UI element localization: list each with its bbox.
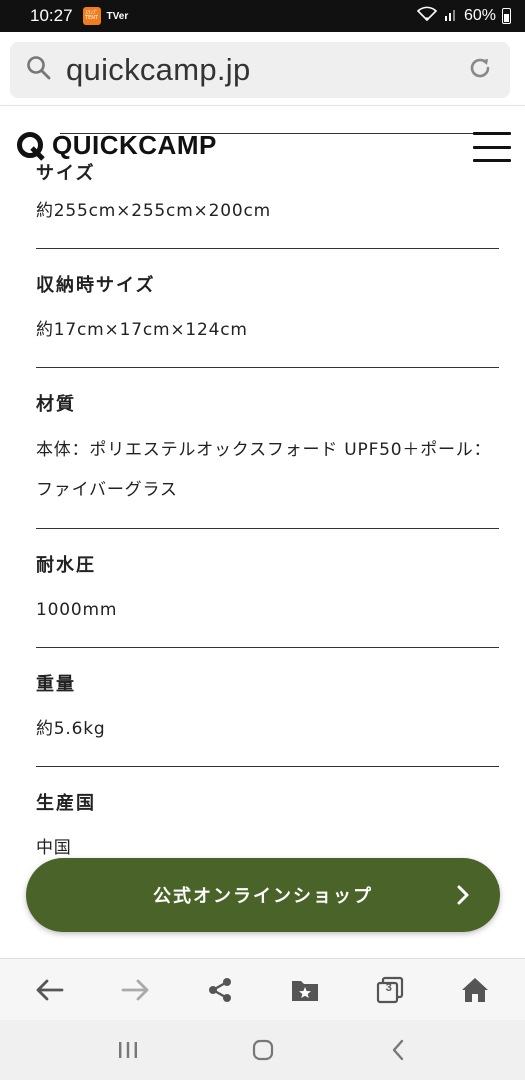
spec-value: 約5.6kg: [36, 719, 106, 739]
recent-apps-button[interactable]: [98, 1025, 158, 1075]
address-bar-area: quickcamp.jp: [0, 32, 525, 106]
status-bar: 10:27 ｽﾗﾝﾌﾟ TENT TVer 60%: [0, 0, 525, 32]
status-right: 60%: [416, 6, 511, 27]
home-icon: [461, 977, 488, 1002]
spec-label: サイズ: [36, 163, 96, 184]
spec-label: 耐水圧: [36, 555, 96, 576]
bookmark-folder-icon: [291, 980, 318, 1001]
address-bar[interactable]: quickcamp.jp: [10, 42, 510, 98]
spec-item-size: サイズ 約255cm×255cm×200cm: [36, 150, 499, 249]
spec-value: 約255cm×255cm×200cm: [36, 201, 271, 221]
home-button[interactable]: [450, 965, 500, 1015]
battery-icon: [502, 8, 511, 24]
spec-value: 本体：ポリエステルオックスフォード UPF50＋ポール：ファイバーグラス: [36, 440, 492, 500]
spec-label: 重量: [36, 674, 76, 695]
spec-item-water-pressure: 耐水圧 1000mm: [36, 529, 499, 648]
browser-toolbar: 3: [0, 958, 525, 1020]
search-icon: [26, 55, 52, 85]
home-nav-button[interactable]: [233, 1025, 293, 1075]
arrow-left-icon: [37, 979, 64, 1000]
wifi-icon: [416, 6, 438, 27]
back-nav-button[interactable]: [368, 1025, 428, 1075]
forward-button[interactable]: [110, 965, 160, 1015]
spec-item-material: 材質 本体：ポリエステルオックスフォード UPF50＋ポール：ファイバーグラス: [36, 368, 499, 529]
home-circle-icon: [252, 1039, 273, 1061]
back-chevron-icon: [392, 1039, 403, 1061]
tabs-button[interactable]: 3: [365, 965, 415, 1015]
online-shop-label: 公式オンラインショップ: [153, 886, 373, 907]
share-icon: [209, 977, 232, 1002]
online-shop-button[interactable]: 公式オンラインショップ: [26, 858, 500, 932]
status-time: 10:27: [30, 6, 73, 25]
spec-item-storage-size: 収納時サイズ 約17cm×17cm×124cm: [36, 249, 499, 368]
system-nav-bar: [0, 1020, 525, 1080]
recent-apps-icon: [118, 1042, 137, 1058]
url-text[interactable]: quickcamp.jp: [66, 52, 251, 88]
spec-list: サイズ 約255cm×255cm×200cm 収納時サイズ 約17cm×17cm…: [0, 150, 525, 886]
back-button[interactable]: [25, 965, 75, 1015]
spec-label: 収納時サイズ: [36, 275, 156, 296]
spec-label: 生産国: [36, 793, 96, 814]
share-button[interactable]: [195, 965, 245, 1015]
reload-icon[interactable]: [466, 54, 494, 86]
bookmarks-button[interactable]: [280, 965, 330, 1015]
battery-percent: 60%: [463, 7, 496, 24]
tab-count: 3: [385, 981, 392, 994]
notification-app-icon: ｽﾗﾝﾌﾟ TENT: [82, 7, 101, 25]
header-divider: [60, 133, 480, 134]
signal-icon: [444, 7, 458, 26]
spec-value: 約17cm×17cm×124cm: [36, 320, 248, 340]
spec-value: 1000mm: [36, 600, 118, 620]
arrow-right-icon: [121, 979, 149, 1000]
chevron-right-icon: [456, 884, 470, 910]
spec-label: 材質: [36, 394, 76, 415]
tver-notification-icon: TVer: [106, 10, 129, 22]
spec-item-weight: 重量 約5.6kg: [36, 648, 499, 767]
